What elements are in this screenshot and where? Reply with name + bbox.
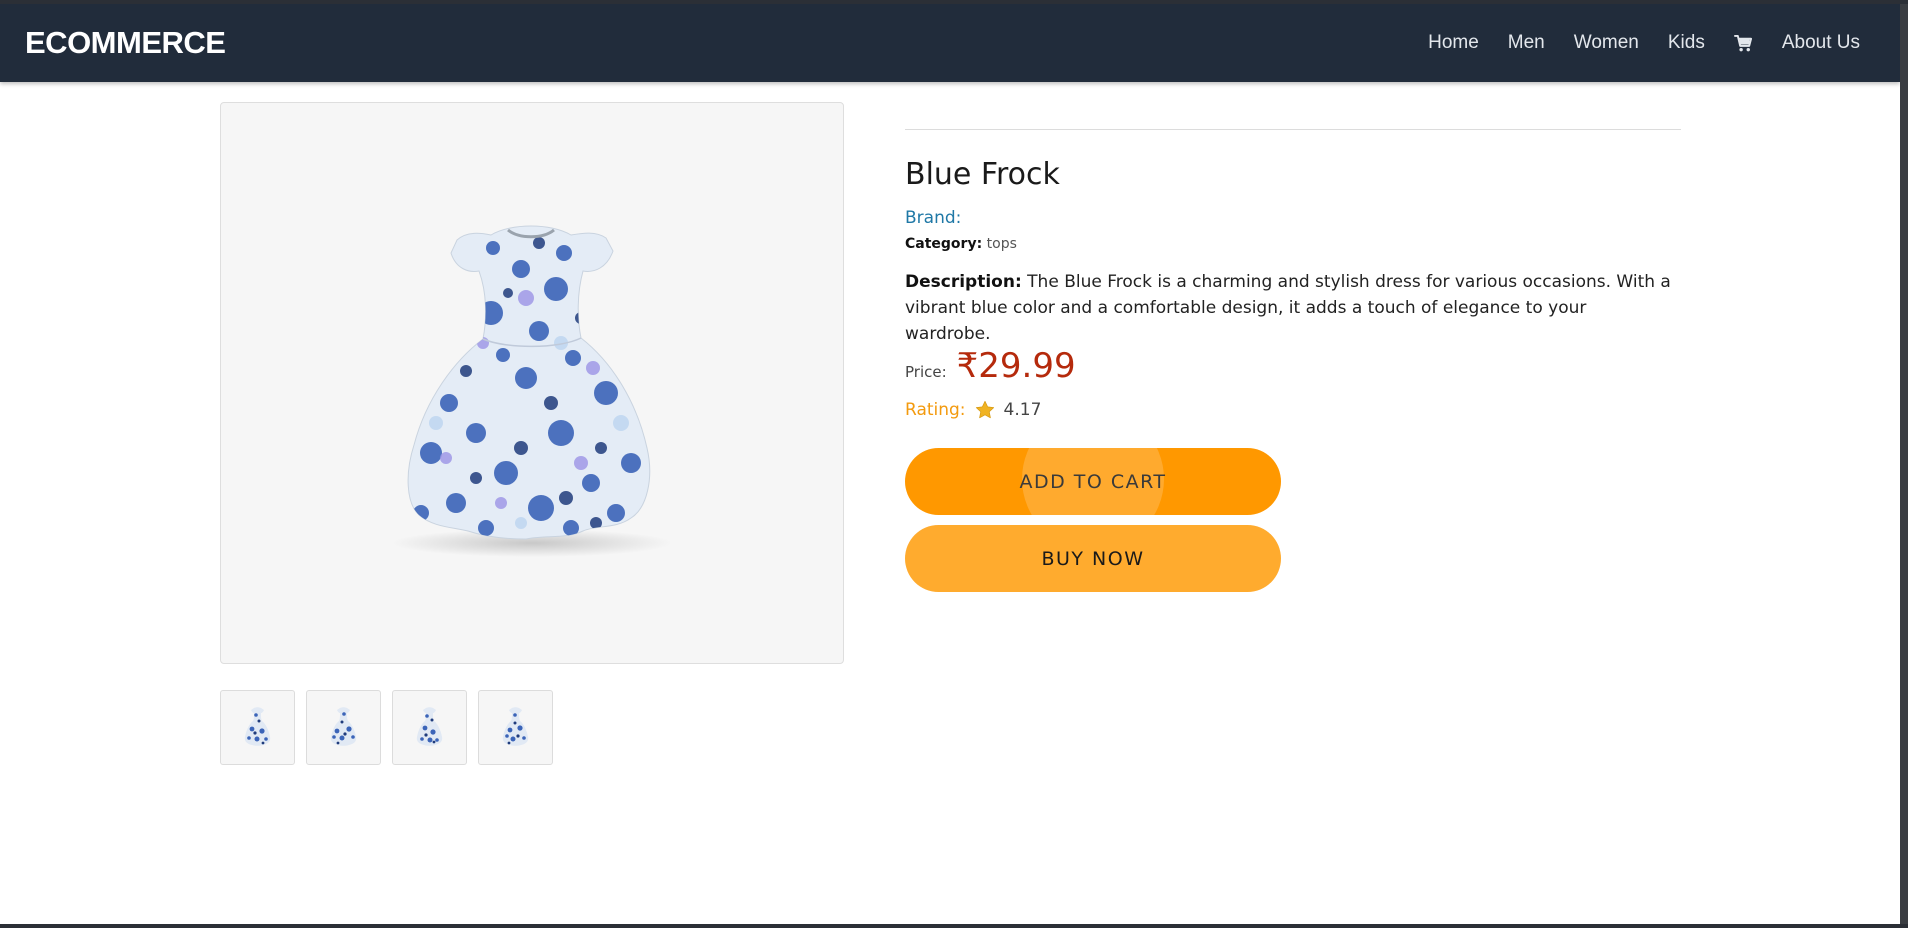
- category-label: Category:: [905, 236, 983, 252]
- details-divider: [905, 129, 1681, 130]
- dress-image: [392, 225, 672, 557]
- window-scrollbar[interactable]: [1900, 4, 1908, 924]
- description-label: Description:: [905, 272, 1022, 292]
- dress-thumbnail-3: [416, 707, 443, 746]
- nav-link-home[interactable]: Home: [1428, 32, 1479, 54]
- brand-line: Brand:: [905, 208, 961, 228]
- category-line: Category: tops: [905, 236, 1017, 252]
- brand-label: Brand:: [905, 208, 962, 228]
- nav-link-women[interactable]: Women: [1574, 32, 1639, 54]
- thumbnail-1[interactable]: [220, 690, 295, 765]
- star-icon: [975, 400, 994, 419]
- product-main-image: [220, 102, 844, 664]
- rating-value: 4.17: [1003, 400, 1042, 420]
- nav-links: Home Men Women Kids About Us: [1428, 4, 1860, 82]
- add-to-cart-label: ADD TO CART: [1019, 470, 1167, 493]
- top-navbar: ECOMMERCE Home Men Women Kids About Us: [0, 4, 1900, 82]
- description: Description: The Blue Frock is a charmin…: [905, 269, 1675, 347]
- cart-icon[interactable]: [1733, 34, 1753, 53]
- price-line: Price: ₹29.99: [905, 346, 1076, 386]
- category-value: tops: [986, 236, 1017, 252]
- rating-line: Rating: 4.17: [905, 399, 1041, 421]
- add-to-cart-button[interactable]: ADD TO CART: [905, 448, 1281, 515]
- nav-link-about[interactable]: About Us: [1782, 32, 1860, 54]
- dress-thumbnail-2: [330, 707, 357, 746]
- thumbnail-4[interactable]: [478, 690, 553, 765]
- buy-now-label: BUY NOW: [1041, 547, 1145, 570]
- nav-link-men[interactable]: Men: [1508, 32, 1545, 54]
- product-title: Blue Frock: [905, 157, 1060, 192]
- brand-logo[interactable]: ECOMMERCE: [25, 4, 226, 82]
- price-value: ₹29.99: [956, 346, 1076, 386]
- page-viewport: ECOMMERCE Home Men Women Kids About Us B…: [0, 4, 1900, 924]
- buy-now-button[interactable]: BUY NOW: [905, 525, 1281, 592]
- rating-label: Rating:: [905, 400, 966, 420]
- thumbnail-strip: [220, 690, 553, 765]
- price-label: Price:: [905, 363, 947, 381]
- thumbnail-2[interactable]: [306, 690, 381, 765]
- thumbnail-3[interactable]: [392, 690, 467, 765]
- dress-thumbnail-4: [502, 707, 529, 746]
- dress-thumbnail-1: [244, 707, 271, 746]
- nav-link-kids[interactable]: Kids: [1668, 32, 1705, 54]
